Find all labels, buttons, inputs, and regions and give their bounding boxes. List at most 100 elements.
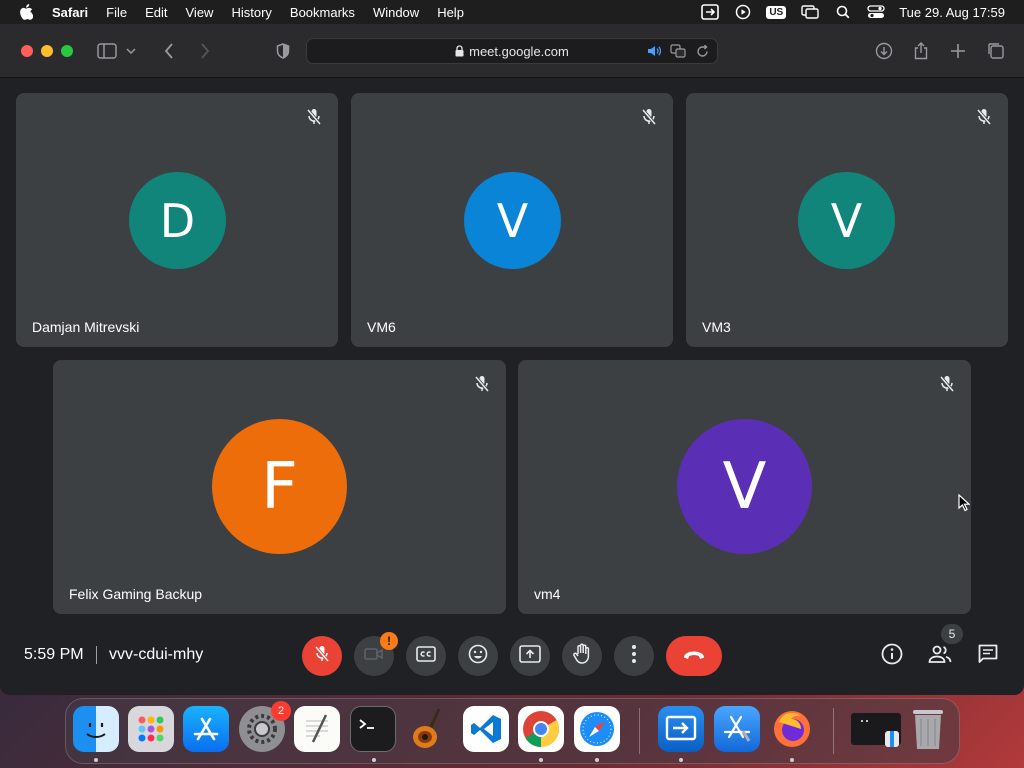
participant-name: vm4: [534, 586, 561, 602]
people-icon: [928, 645, 952, 668]
firefox-icon[interactable]: [769, 706, 815, 752]
menu-help[interactable]: Help: [437, 5, 464, 20]
safari-window: meet.google.com D Damjan Mitrevski V VM6…: [0, 24, 1024, 695]
remote-desktop-tray-icon[interactable]: [700, 3, 720, 21]
menu-bar: Safari File Edit View History Bookmarks …: [0, 0, 1024, 24]
privacy-shield-icon[interactable]: [272, 40, 294, 62]
microphone-toggle-button[interactable]: [302, 636, 342, 676]
textedit-icon[interactable]: [294, 706, 340, 752]
more-options-button[interactable]: [614, 636, 654, 676]
participant-avatar: V: [464, 172, 561, 269]
running-indicator: [372, 758, 376, 762]
menu-view[interactable]: View: [186, 5, 214, 20]
menu-file[interactable]: File: [106, 5, 127, 20]
leave-call-button[interactable]: [666, 636, 722, 676]
window-maximize-button[interactable]: [61, 45, 73, 57]
vscode-icon[interactable]: [463, 706, 509, 752]
participant-avatar: V: [798, 172, 895, 269]
tab-overview-icon[interactable]: [985, 40, 1007, 62]
window-minimize-button[interactable]: [41, 45, 53, 57]
browser-toolbar: meet.google.com: [0, 24, 1024, 78]
running-indicator: [679, 758, 683, 762]
participant-name: VM3: [702, 319, 731, 335]
reactions-button[interactable]: [458, 636, 498, 676]
menu-app-safari[interactable]: Safari: [52, 5, 88, 20]
participant-tile[interactable]: V VM3: [686, 93, 1008, 347]
downloads-icon[interactable]: [873, 40, 895, 62]
garageband-icon[interactable]: [406, 706, 452, 752]
participant-tile[interactable]: F Felix Gaming Backup: [53, 360, 506, 614]
emoji-smile-icon: [468, 644, 488, 669]
spotlight-search-icon[interactable]: [833, 3, 853, 21]
keyboard-layout-indicator[interactable]: US: [766, 5, 787, 19]
chevron-down-icon[interactable]: [124, 40, 138, 62]
mic-off-icon: [304, 107, 324, 127]
window-close-button[interactable]: [21, 45, 33, 57]
share-icon[interactable]: [910, 40, 932, 62]
forward-arrow-icon[interactable]: [194, 40, 216, 62]
hand-icon: [572, 643, 592, 670]
terminal-icon[interactable]: [350, 706, 396, 752]
window-preview-icon[interactable]: [849, 706, 905, 752]
menu-window[interactable]: Window: [373, 5, 419, 20]
captions-button[interactable]: [406, 636, 446, 676]
participant-avatar: F: [212, 419, 347, 554]
chat-button[interactable]: [970, 638, 1006, 674]
reload-icon[interactable]: [693, 43, 711, 59]
screen-mirroring-icon[interactable]: [800, 3, 820, 21]
translate-icon[interactable]: [669, 43, 687, 59]
info-icon: [881, 643, 903, 670]
participant-tile[interactable]: V VM6: [351, 93, 673, 347]
closed-captions-icon: [416, 645, 436, 667]
finder-icon[interactable]: [73, 706, 119, 752]
meeting-code: vvv-cdui-mhy: [109, 646, 204, 663]
running-indicator: [539, 758, 543, 762]
divider: [96, 646, 97, 664]
system-settings-icon[interactable]: 2: [239, 701, 291, 752]
present-screen-button[interactable]: [510, 636, 550, 676]
avatar-initial: D: [159, 193, 196, 248]
menu-bookmarks[interactable]: Bookmarks: [290, 5, 355, 20]
avatar-initial: V: [830, 193, 863, 248]
chrome-icon[interactable]: [518, 706, 564, 752]
participant-tile[interactable]: V vm4: [518, 360, 971, 614]
menu-bar-clock[interactable]: Tue 29. Aug 17:59: [899, 5, 1005, 20]
hang-up-phone-icon: [682, 647, 706, 665]
meeting-details-button[interactable]: [874, 638, 910, 674]
participant-avatar: D: [129, 172, 226, 269]
control-center-icon[interactable]: [866, 3, 886, 21]
participant-name: Felix Gaming Backup: [69, 586, 203, 602]
app-store-icon[interactable]: [183, 706, 229, 752]
safari-icon[interactable]: [574, 706, 620, 752]
camera-icon: [364, 647, 384, 666]
remote-desktop-icon[interactable]: [658, 706, 704, 752]
avatar-initial: V: [496, 193, 529, 248]
mic-off-icon: [974, 107, 994, 127]
mic-off-icon: [937, 374, 957, 394]
xcode-icon[interactable]: [714, 706, 760, 752]
meeting-controls: 5:59 PM vvv-cdui-mhy ! 5: [0, 624, 1024, 686]
more-vertical-icon: [632, 644, 636, 668]
raise-hand-button[interactable]: [562, 636, 602, 676]
avatar-initial: F: [261, 449, 298, 524]
participant-name: VM6: [367, 319, 396, 335]
sidebar-toggle-icon[interactable]: [96, 40, 118, 62]
address-url[interactable]: meet.google.com: [469, 44, 569, 59]
play-circle-icon[interactable]: [733, 3, 753, 21]
participant-tile[interactable]: D Damjan Mitrevski: [16, 93, 338, 347]
menu-history[interactable]: History: [231, 5, 271, 20]
people-button[interactable]: [922, 638, 958, 674]
mic-off-icon: [639, 107, 659, 127]
apple-menu-icon[interactable]: [19, 4, 35, 20]
menu-edit[interactable]: Edit: [145, 5, 167, 20]
address-bar[interactable]: meet.google.com: [306, 38, 718, 64]
running-indicator: [595, 758, 599, 762]
camera-toggle-button[interactable]: !: [354, 632, 398, 676]
back-arrow-icon[interactable]: [158, 40, 180, 62]
trash-icon[interactable]: [905, 706, 951, 752]
audio-playing-icon[interactable]: [645, 43, 663, 59]
chat-icon: [978, 644, 998, 669]
present-screen-icon: [519, 644, 541, 668]
new-tab-plus-icon[interactable]: [947, 40, 969, 62]
launchpad-icon[interactable]: [128, 706, 174, 752]
